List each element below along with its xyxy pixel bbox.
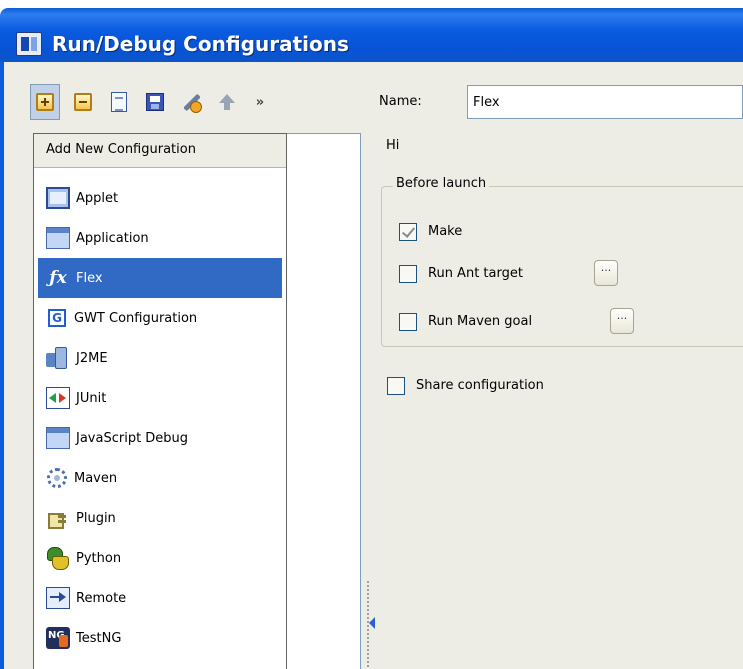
list-item-label: Plugin	[76, 510, 116, 526]
configuration-hint: Hi	[386, 138, 400, 153]
run-maven-goal-label: Run Maven goal	[428, 314, 533, 329]
list-item-testng[interactable]: TestNG	[38, 618, 282, 658]
list-item-python[interactable]: Python	[38, 538, 282, 578]
list-item-label: TestNG	[76, 630, 122, 646]
list-item-label: GWT Configuration	[74, 310, 198, 326]
list-item-junit[interactable]: JUnit	[38, 378, 282, 418]
arrow-up-icon	[219, 93, 235, 110]
name-label: Name:	[379, 94, 422, 109]
run-ant-target-checkbox[interactable]	[399, 265, 417, 283]
share-configuration-label: Share configuration	[416, 378, 544, 393]
maven-goal-browse-button[interactable]: ···	[610, 308, 634, 334]
list-item-maven[interactable]: Maven	[38, 458, 282, 498]
add-configuration-popup: Add New Configuration Applet Application…	[33, 133, 287, 669]
flex-icon: ƒx	[49, 268, 67, 288]
list-item-label: Applet	[76, 190, 119, 206]
move-up-button[interactable]	[212, 84, 242, 120]
make-checkbox[interactable]	[399, 223, 417, 241]
run-maven-goal-checkbox[interactable]	[399, 313, 417, 331]
list-item-label: Remote	[76, 590, 127, 606]
chevron-right-double-icon: »	[255, 94, 265, 110]
ant-target-browse-button[interactable]: ···	[594, 260, 618, 286]
list-item-j2me[interactable]: J2ME	[38, 338, 282, 378]
applet-icon	[46, 187, 70, 209]
list-item-remote[interactable]: Remote	[38, 578, 282, 618]
make-label: Make	[428, 224, 463, 239]
popup-header: Add New Configuration	[34, 134, 286, 168]
copy-configuration-button[interactable]	[104, 84, 134, 120]
add-configuration-button[interactable]	[30, 84, 60, 120]
title-bar[interactable]: Run/Debug Configurations	[0, 8, 743, 62]
name-input[interactable]	[467, 85, 743, 119]
save-configuration-button[interactable]	[140, 84, 170, 120]
remove-configuration-button[interactable]	[68, 84, 98, 120]
list-item-label: J2ME	[76, 350, 108, 366]
plugin-icon	[46, 507, 70, 529]
list-item-label: Application	[76, 230, 149, 246]
list-item-javascript-debug[interactable]: JavaScript Debug	[38, 418, 282, 458]
list-item-label: JavaScript Debug	[76, 430, 189, 446]
junit-icon	[46, 387, 70, 409]
testng-icon	[46, 627, 70, 649]
window-title: Run/Debug Configurations	[52, 32, 349, 56]
collapse-arrow-icon[interactable]	[369, 617, 375, 629]
list-item-label: Python	[76, 550, 122, 566]
maven-icon	[47, 468, 67, 488]
python-icon	[46, 547, 70, 570]
save-icon	[146, 93, 164, 111]
list-item-label: JUnit	[76, 390, 107, 406]
copy-icon	[111, 92, 127, 112]
plus-icon	[36, 93, 54, 111]
list-item-application[interactable]: Application	[38, 218, 282, 258]
javascript-debug-icon	[46, 427, 70, 449]
gwt-icon: G	[48, 309, 66, 327]
list-item-plugin[interactable]: Plugin	[38, 498, 282, 538]
application-icon	[46, 227, 70, 249]
configuration-type-list: Applet Application ƒx Flex G GWT Configu…	[38, 178, 282, 658]
wrench-icon	[180, 91, 202, 113]
list-item-label: Maven	[74, 470, 118, 486]
run-ant-target-label: Run Ant target	[428, 266, 523, 281]
edit-defaults-button[interactable]	[176, 84, 206, 120]
j2me-icon	[46, 347, 70, 369]
list-item-applet[interactable]: Applet	[38, 178, 282, 218]
more-actions-button[interactable]: »	[244, 84, 274, 120]
before-launch-legend: Before launch	[393, 176, 490, 191]
share-configuration-checkbox[interactable]	[387, 377, 405, 395]
list-item-flex[interactable]: ƒx Flex	[38, 258, 282, 298]
app-icon	[16, 32, 42, 56]
list-item-gwt-configuration[interactable]: G GWT Configuration	[38, 298, 282, 338]
minus-icon	[74, 93, 92, 111]
remote-icon	[46, 587, 70, 609]
list-item-label: Flex	[76, 270, 103, 286]
